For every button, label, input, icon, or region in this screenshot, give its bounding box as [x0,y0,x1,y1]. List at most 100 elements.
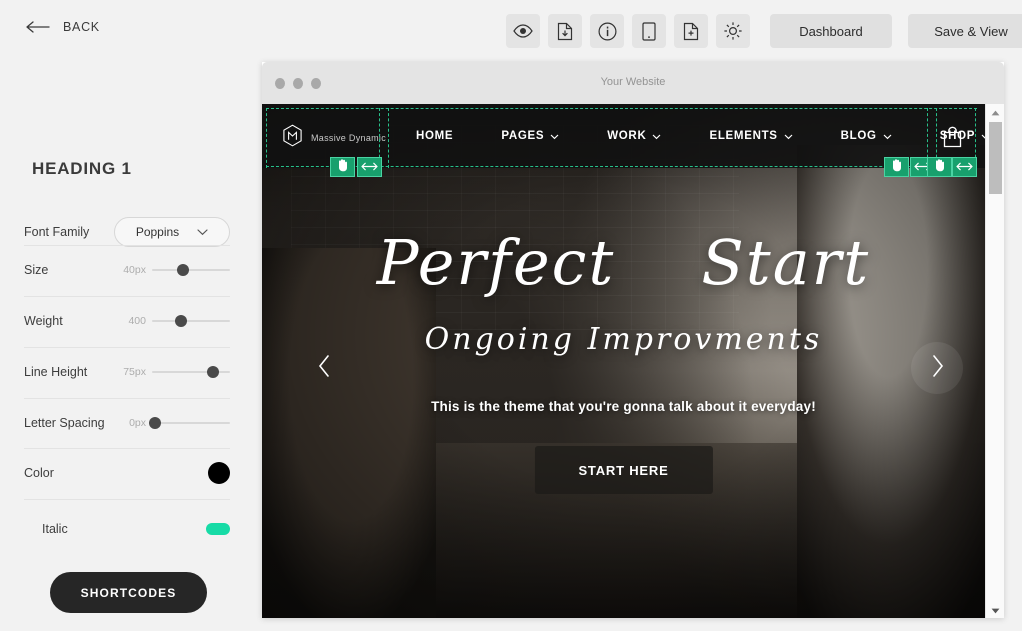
nav-item-pages[interactable]: PAGES [477,127,583,145]
hero-subheading: Ongoing Improvments [424,322,823,357]
chevron-right-icon [931,354,944,382]
browser-chrome-bar: Your Website [262,62,1004,104]
size-value: 40px [123,264,146,276]
scroll-up-button[interactable] [986,104,1005,120]
weight-slider[interactable] [152,313,230,329]
setting-row-letter-spacing: Letter Spacing 0px [24,398,230,448]
setting-row-line-height: Line Height 75px [24,347,230,397]
info-button[interactable] [590,14,624,48]
drag-handle-logo[interactable] [330,157,355,177]
line-height-value: 75px [123,366,146,378]
resize-width-icon [361,158,378,176]
style-settings-panel: HEADING 1 Font Family Poppins Size 40px … [0,62,246,631]
photo-detail [262,104,985,618]
nav-item-work[interactable]: WORK [583,127,685,145]
resize-handle-cart[interactable] [952,157,977,177]
hero-heading: Perfect Start [262,232,985,294]
nav-label: BLOG [840,130,877,142]
builder-guide [388,108,389,168]
slider-knob[interactable] [174,315,187,327]
settings-button[interactable] [716,14,750,48]
setting-row-color: Color [24,448,230,498]
responsive-device-button[interactable] [632,14,666,48]
setting-row-weight: Weight 400 [24,296,230,346]
chevron-left-icon [318,354,331,382]
slider-knob[interactable] [177,264,190,276]
chevron-down-icon [883,127,892,145]
slider-prev-button[interactable] [298,342,350,394]
slider-track [152,320,230,322]
nav-item-blog[interactable]: BLOG [817,127,916,145]
hero-heading-word-2: Start [701,226,871,299]
drag-handle-cart[interactable] [927,157,952,177]
builder-guide [266,108,977,109]
file-download-button[interactable] [548,14,582,48]
mobile-device-icon [642,21,656,41]
save-and-view-button[interactable]: Save & View [908,14,1022,48]
nav-item-home[interactable]: HOME [392,130,477,142]
font-family-select[interactable]: Poppins [114,217,230,247]
setting-row-italic: Italic [24,504,230,554]
back-label: BACK [63,20,100,34]
back-button[interactable]: BACK [25,20,100,34]
chevron-down-icon [550,127,559,145]
website-viewport[interactable]: Massive Dynamic HOME PAGES WORK ELEMENTS… [262,104,985,618]
hero-background-photo [262,104,985,618]
info-circle-icon [598,22,617,41]
hero-heading-word-1: Perfect [376,226,616,299]
resize-handle-logo[interactable] [357,157,382,177]
letter-spacing-label: Letter Spacing [24,416,105,430]
italic-label: Italic [42,522,68,536]
file-add-button[interactable] [674,14,708,48]
letter-spacing-value: 0px [129,417,146,429]
chevron-down-icon [197,223,208,241]
site-logo[interactable]: Massive Dynamic [282,124,386,152]
shopping-bag-icon[interactable] [942,126,963,153]
slider-knob[interactable] [206,366,219,378]
preview-scrollbar[interactable] [985,104,1004,618]
site-logo-name: Massive Dynamic [311,133,387,143]
slider-next-button[interactable] [911,342,963,394]
scroll-down-button[interactable] [986,602,1005,618]
builder-guide [266,108,267,168]
line-height-slider[interactable] [152,364,230,380]
letter-spacing-slider[interactable] [149,415,230,431]
shortcodes-button[interactable]: SHORTCODES [50,572,207,613]
font-family-value: Poppins [135,225,180,239]
divider [24,499,230,500]
drag-hand-icon [336,158,349,177]
scrollbar-thumb[interactable] [989,122,1002,194]
triangle-down-icon [991,601,1000,619]
file-add-icon [683,22,699,41]
hexagon-m-logo-icon [282,124,303,152]
font-family-label: Font Family [24,225,90,239]
website-preview-frame: Your Website Massive Dynamic HOME PAGES … [262,62,1004,618]
preview-eye-button[interactable] [506,14,540,48]
color-label: Color [24,466,54,480]
weight-label: Weight [24,314,63,328]
nav-label: PAGES [501,130,545,142]
preview-eye-icon [513,24,533,38]
drag-handle-menu[interactable] [884,157,909,177]
gear-icon [723,21,743,41]
slider-knob[interactable] [149,417,162,429]
resize-width-icon [956,158,973,176]
triangle-up-icon [991,103,1000,121]
line-height-label: Line Height [24,365,88,379]
nav-label: ELEMENTS [709,130,778,142]
hero-tagline: This is the theme that you're gonna talk… [431,399,816,414]
color-swatch[interactable] [208,462,230,484]
page-title: HEADING 1 [32,159,132,178]
chevron-down-icon [784,127,793,145]
slider-track [152,269,230,271]
drag-hand-icon [890,158,903,177]
browser-title: Your Website [600,76,666,88]
tool-button-group: Dashboard Save & View [506,14,1022,48]
size-slider[interactable] [152,262,230,278]
chevron-down-icon [652,127,661,145]
nav-item-elements[interactable]: ELEMENTS [685,127,816,145]
dashboard-button[interactable]: Dashboard [770,14,892,48]
setting-row-size: Size 40px [24,245,230,295]
italic-toggle[interactable] [206,523,230,535]
start-here-button[interactable]: START HERE [534,446,713,494]
